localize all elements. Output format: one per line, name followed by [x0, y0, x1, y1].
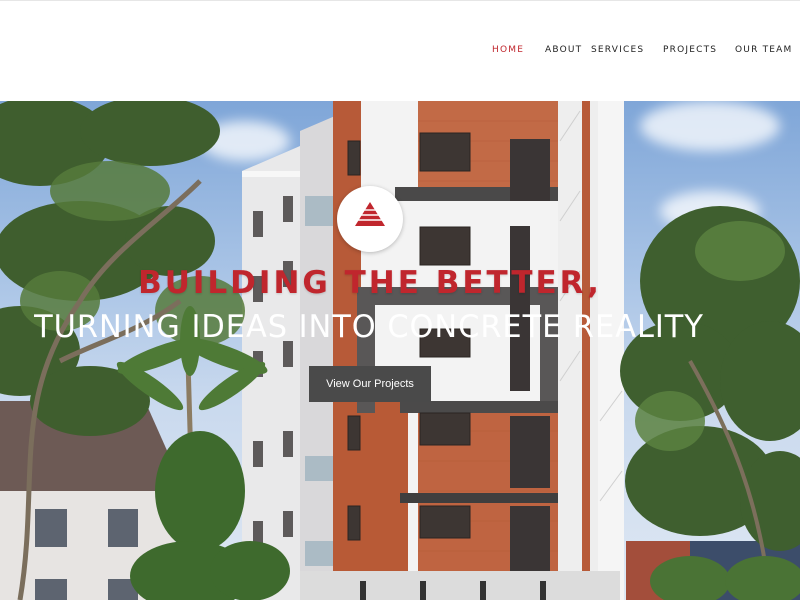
building-photo	[0, 101, 800, 600]
nav-our-team-link[interactable]: OUR TEAM	[735, 45, 793, 55]
brand-logo[interactable]	[337, 186, 403, 252]
hero-headline: BUILDING THE BETTER,	[138, 265, 602, 301]
site-header: HOME ABOUT SERVICES PROJECTS OUR TEAM	[0, 0, 800, 101]
hero-banner: BUILDING THE BETTER, TURNING IDEAS INTO …	[0, 101, 800, 600]
hero-subheadline: TURNING IDEAS INTO CONCRETE REALITY	[34, 309, 704, 345]
triangle-logo-icon	[355, 202, 385, 226]
nav-about-link[interactable]: ABOUT	[545, 45, 582, 55]
main-nav: HOME ABOUT SERVICES PROJECTS OUR TEAM	[0, 45, 800, 59]
nav-projects-link[interactable]: PROJECTS	[663, 45, 717, 55]
view-projects-button[interactable]: View Our Projects	[309, 366, 431, 402]
nav-home-link[interactable]: HOME	[492, 45, 524, 55]
nav-services-link[interactable]: SERVICES	[591, 45, 644, 55]
